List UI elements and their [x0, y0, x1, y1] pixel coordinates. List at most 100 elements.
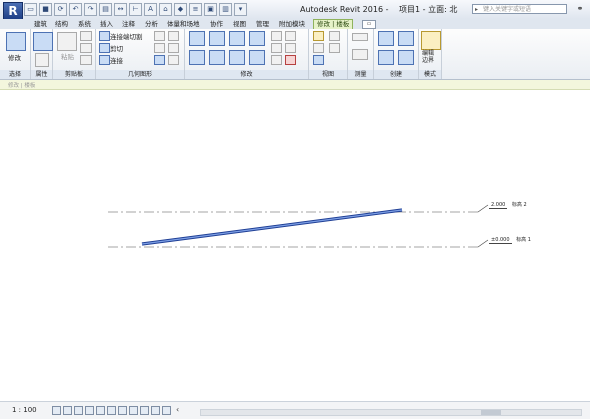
level-1-marker[interactable]: ±0.000 标高 1 — [489, 236, 531, 244]
delete-icon[interactable] — [285, 55, 296, 65]
tab-view[interactable]: 视图 — [233, 19, 246, 29]
aligned-dimension-icon[interactable] — [352, 49, 368, 60]
hide-in-view-icon[interactable] — [313, 31, 324, 41]
paint-icon[interactable] — [154, 43, 165, 53]
paste-label[interactable]: 粘贴 — [61, 51, 74, 61]
thin-lines-icon[interactable]: ≡ — [189, 3, 202, 16]
detail-level-icon[interactable] — [52, 406, 61, 415]
properties-icon[interactable] — [35, 53, 49, 67]
trim-extend-icon[interactable] — [249, 50, 265, 65]
pin-icon[interactable] — [271, 55, 282, 65]
3d-view-icon[interactable]: ⌂ — [159, 3, 172, 16]
tab-insert[interactable]: 插入 — [100, 19, 113, 29]
measure-icon[interactable]: ↔ — [114, 3, 127, 16]
edit-boundary-label[interactable]: 编辑 边界 — [422, 50, 434, 64]
measure-panel-label: 测量 — [348, 70, 373, 79]
sun-path-icon[interactable] — [74, 406, 83, 415]
create-similar-icon[interactable] — [398, 50, 414, 65]
wrench-icon[interactable] — [168, 55, 179, 65]
drawing-canvas[interactable]: 2.000 标高 2 ±0.000 标高 1 — [0, 90, 590, 400]
crop-view-icon[interactable] — [96, 406, 105, 415]
mirror-axis-icon[interactable] — [229, 31, 245, 46]
tab-manage[interactable]: 管理 — [256, 19, 269, 29]
rotate-icon[interactable] — [229, 50, 245, 65]
switch-windows-icon[interactable]: ▥ — [219, 3, 232, 16]
split-face-icon[interactable] — [168, 31, 179, 41]
view-dropdown-icon[interactable] — [329, 43, 340, 53]
demolish-icon[interactable] — [154, 55, 165, 65]
view-scale[interactable]: 1 : 100 — [12, 406, 37, 414]
horizontal-scrollbar[interactable] — [200, 409, 582, 416]
override-graphics-icon[interactable] — [329, 31, 340, 41]
level-2-name: 标高 2 — [511, 202, 527, 208]
save-icon[interactable]: ■ — [39, 3, 52, 16]
cut-label[interactable]: 剪切 — [110, 43, 123, 53]
offset-icon[interactable] — [209, 31, 225, 46]
ribbon-minimize-icon[interactable]: ▭ — [362, 20, 376, 29]
level-2-marker[interactable]: 2.000 标高 2 — [489, 201, 527, 209]
tab-annotate[interactable]: 注释 — [122, 19, 135, 29]
undo-icon[interactable]: ↶ — [69, 3, 82, 16]
join-cut-label[interactable]: 连接端切割 — [110, 31, 143, 41]
create-parts-icon[interactable] — [378, 31, 394, 46]
temporary-hide-icon[interactable] — [118, 406, 127, 415]
close-hidden-icon[interactable]: ▣ — [204, 3, 217, 16]
mirror-draw-icon[interactable] — [249, 31, 265, 46]
align-icon[interactable] — [189, 31, 205, 46]
print-icon[interactable]: ▤ — [99, 3, 112, 16]
modify-cursor-icon[interactable] — [6, 32, 26, 51]
copy-element-icon[interactable] — [209, 50, 225, 65]
edit-boundary-icon[interactable] — [421, 31, 441, 50]
linework-icon[interactable] — [313, 43, 324, 53]
application-menu-button[interactable]: R — [3, 2, 23, 20]
tab-collaborate[interactable]: 协作 — [210, 19, 223, 29]
highlight-displacement-icon[interactable] — [162, 406, 171, 415]
cut-geometry-icon[interactable] — [99, 43, 110, 53]
section-icon[interactable]: ◆ — [174, 3, 187, 16]
tab-massing[interactable]: 体量和场地 — [167, 19, 200, 29]
temporary-view-properties-icon[interactable] — [140, 406, 149, 415]
binoculars-icon[interactable]: ⚭ — [574, 4, 586, 14]
visual-style-icon[interactable] — [63, 406, 72, 415]
text-icon[interactable]: A — [144, 3, 157, 16]
copy-icon[interactable] — [80, 43, 92, 53]
scale-icon[interactable] — [285, 43, 296, 53]
modify-label[interactable]: 修改 — [8, 52, 21, 62]
cut-scissors-icon[interactable] — [80, 31, 92, 41]
type-properties-icon[interactable] — [33, 32, 53, 51]
match-properties-icon[interactable] — [80, 55, 92, 65]
split-gap-icon[interactable] — [285, 31, 296, 41]
tab-structure[interactable]: 结构 — [55, 19, 68, 29]
create-group-icon[interactable] — [398, 31, 414, 46]
tab-analyze[interactable]: 分析 — [145, 19, 158, 29]
customize-qat-icon[interactable]: ▾ — [234, 3, 247, 16]
array-icon[interactable] — [271, 43, 282, 53]
search-input[interactable]: ▸ 键入关键字或短语 — [472, 4, 567, 14]
create-assembly-icon[interactable] — [378, 50, 394, 65]
chevron-left-icon[interactable]: ‹ — [176, 405, 179, 414]
split-element-icon[interactable] — [271, 31, 282, 41]
sync-icon[interactable]: ⟳ — [54, 3, 67, 16]
join-geometry-icon[interactable] — [99, 55, 110, 65]
show-crop-icon[interactable] — [107, 406, 116, 415]
redo-icon[interactable]: ↷ — [84, 3, 97, 16]
analytical-model-icon[interactable] — [151, 406, 160, 415]
dimension-icon[interactable]: ⊢ — [129, 3, 142, 16]
move-icon[interactable] — [189, 50, 205, 65]
remove-paint-icon[interactable] — [168, 43, 179, 53]
reveal-hidden-icon[interactable] — [129, 406, 138, 415]
connect-label[interactable]: 连接 — [110, 55, 123, 65]
shadows-icon[interactable] — [85, 406, 94, 415]
wall-joins-icon[interactable] — [154, 31, 165, 41]
cope-icon[interactable] — [99, 31, 110, 41]
open-icon[interactable]: ▭ — [24, 3, 37, 16]
scrollbar-thumb[interactable] — [481, 410, 501, 415]
select-panel-label[interactable]: 选择 — [0, 70, 30, 79]
measure-tool-icon[interactable] — [352, 33, 368, 41]
select-view-icon[interactable] — [313, 55, 324, 65]
tab-architecture[interactable]: 建筑 — [34, 19, 47, 29]
tab-systems[interactable]: 系统 — [78, 19, 91, 29]
paste-icon[interactable] — [57, 32, 77, 51]
tab-addins[interactable]: 附加模块 — [279, 19, 305, 29]
tab-modify-floor[interactable]: 修改 | 楼板 — [313, 19, 354, 29]
